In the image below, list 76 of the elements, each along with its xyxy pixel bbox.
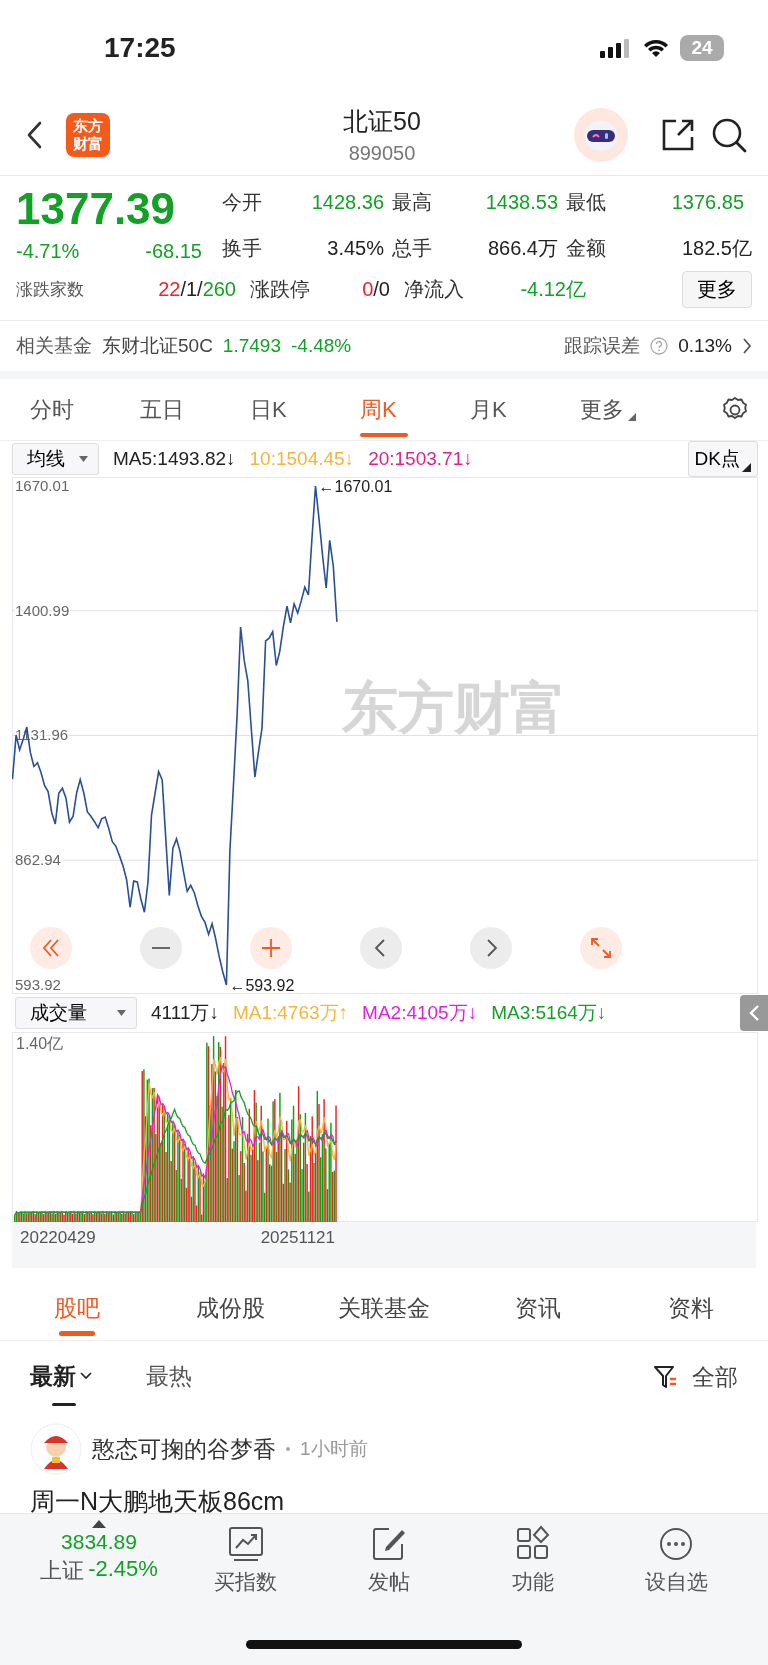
content-tab[interactable]: 资料 <box>614 1276 768 1340</box>
post-time: 1小时前 <box>300 1437 368 1461</box>
period-tab[interactable]: 周K <box>360 378 470 441</box>
volume-dropdown[interactable]: 成交量 <box>15 997 137 1029</box>
stat-value: 866.4万 <box>486 235 559 261</box>
index-title: 北证50 <box>343 106 421 137</box>
stat-label: 最高 <box>392 190 433 216</box>
price-annotation: ←593.92 <box>229 976 295 994</box>
stat-value: -4.12亿 <box>519 277 587 302</box>
stat-value: 1428.36 <box>310 191 385 215</box>
axis-label: 862.94 <box>15 851 61 869</box>
index-name: 上证 <box>40 1557 85 1585</box>
buy-index-button[interactable]: 买指数 <box>174 1520 318 1596</box>
index-change: -2.45% <box>88 1556 158 1583</box>
period-tab[interactable]: 五日 <box>140 378 250 441</box>
sort-tab[interactable]: 最新 <box>30 1346 92 1408</box>
axis-label: 593.92 <box>15 976 61 993</box>
add-watchlist-button[interactable]: 设自选 <box>604 1520 748 1596</box>
battery-icon: 24 <box>680 34 724 61</box>
fund-name[interactable]: 东财北证50C <box>102 333 213 359</box>
sort-tab[interactable]: 最热 <box>146 1346 192 1408</box>
stat-label: 金额 <box>566 235 607 261</box>
author-name[interactable]: 憨态可掬的谷梦香 <box>92 1433 276 1465</box>
stat-label: 涨跌家数 <box>16 279 85 301</box>
change-value: -68.15 <box>145 240 202 263</box>
status-time: 17:25 <box>104 31 176 64</box>
index-value: 3834.89 <box>61 1530 137 1554</box>
axis-label: 1670.01 <box>15 477 70 494</box>
tracking-label: 跟踪误差 <box>564 334 641 358</box>
date-label: 20251121 <box>260 1228 335 1248</box>
content-tab[interactable]: 关联基金 <box>307 1276 461 1340</box>
stat-label: 换手 <box>222 235 263 261</box>
volume-value: 4111万↓ <box>151 1001 219 1025</box>
content-tab[interactable]: 股吧 <box>0 1276 154 1340</box>
period-tab[interactable]: 更多 <box>580 378 690 441</box>
moving-average-value: 20:1503.71↓ <box>368 448 473 470</box>
fund-price: 1.7493 <box>222 335 281 357</box>
fund-change: -4.48% <box>291 335 352 357</box>
moving-average-value: MA5:1493.82↓ <box>113 448 236 470</box>
price-annotation: ←1670.01 <box>318 478 393 495</box>
stat-label: 净流入 <box>404 277 465 302</box>
stat-value: 182.5亿 <box>680 235 752 261</box>
stat-value: 22/1/260 <box>157 278 236 301</box>
index-code: 899050 <box>348 142 416 165</box>
functions-button[interactable]: 功能 <box>461 1520 605 1596</box>
content-tab[interactable]: 资讯 <box>460 1276 615 1340</box>
indicator-dropdown[interactable]: 均线 <box>12 443 99 475</box>
volume-value: MA2:4105万↓ <box>362 1001 478 1025</box>
tracking-value: 0.13% <box>678 335 732 357</box>
axis-label: 1400.99 <box>15 601 70 619</box>
period-tab[interactable]: 月K <box>470 378 580 441</box>
moving-average-value: 10:1504.45↓ <box>249 448 355 470</box>
more-button[interactable]: 更多 <box>682 271 752 308</box>
volume-value: MA1:4763万↑ <box>232 1001 349 1025</box>
app-logo: 东方 财富 <box>66 113 110 157</box>
volume-value: MA3:5164万↓ <box>491 1001 607 1025</box>
filter-button[interactable]: 全部 <box>692 1361 738 1393</box>
change-percent: -4.71% <box>16 240 80 263</box>
date-label: 20220429 <box>20 1228 96 1248</box>
stat-value: 1376.85 <box>670 191 745 215</box>
current-price: 1377.39 <box>16 184 177 234</box>
stat-label: 总手 <box>392 235 433 261</box>
stat-label: 涨跌停 <box>250 277 311 302</box>
stat-value: 3.45% <box>326 236 385 260</box>
stat-label: 最低 <box>566 190 607 216</box>
post-button[interactable]: 发帖 <box>317 1520 461 1596</box>
axis-label: 1.40亿 <box>16 1034 64 1054</box>
fund-label: 相关基金 <box>16 334 92 358</box>
stat-value: 1438.53 <box>484 191 559 215</box>
stat-value: 0/0 <box>361 278 390 301</box>
dk-point-button[interactable]: DK点 <box>687 441 758 477</box>
content-tab[interactable]: 成份股 <box>153 1276 308 1340</box>
period-tab[interactable]: 日K <box>250 378 360 441</box>
post-title[interactable]: 周一N大鹏地天板86cm <box>30 1485 738 1518</box>
stat-label: 今开 <box>222 190 263 216</box>
period-tab[interactable]: 分时 <box>30 378 140 441</box>
